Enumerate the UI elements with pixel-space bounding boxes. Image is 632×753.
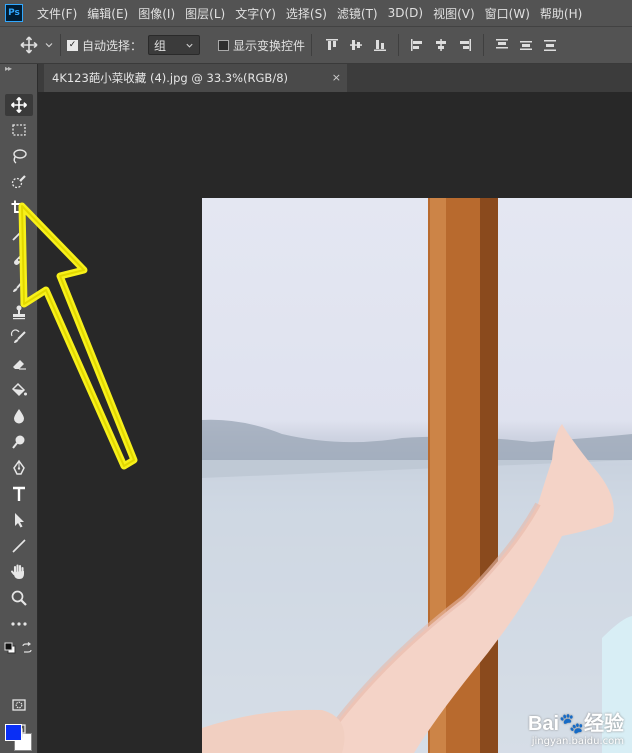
auto-select-dropdown[interactable]: 组: [148, 35, 201, 55]
auto-select-value: 组: [154, 38, 167, 53]
document-image[interactable]: Bai🐾经验 jingyan.baidu.com: [202, 198, 632, 753]
path-select-tool[interactable]: [5, 509, 33, 531]
quick-mask-tool[interactable]: [5, 694, 33, 716]
dodge-icon: [12, 435, 25, 449]
eyedropper-icon: [12, 227, 26, 241]
divider: [483, 34, 485, 56]
brush-icon: [13, 279, 25, 292]
tools-panel: ▸▸: [0, 64, 38, 753]
hand-tool[interactable]: [5, 561, 33, 583]
menu-filter[interactable]: 滤镜(T): [337, 5, 378, 22]
water-drop-icon: [14, 409, 24, 424]
menu-help[interactable]: 帮助(H): [540, 5, 582, 22]
healing-brush-tool[interactable]: [5, 249, 33, 271]
path-select-arrow-icon: [15, 513, 24, 528]
photoshop-logo-icon[interactable]: Ps: [5, 4, 23, 22]
show-transform-checkbox[interactable]: [218, 39, 230, 51]
menu-type[interactable]: 文字(Y): [235, 5, 276, 22]
distribute-top-icon[interactable]: [494, 37, 510, 53]
stamp-icon: [13, 305, 25, 320]
dodge-tool[interactable]: [5, 431, 33, 453]
align-horizontal-center-icon[interactable]: [433, 37, 449, 53]
collapse-panel-icon[interactable]: ▸▸: [5, 64, 12, 73]
align-buttons: [324, 34, 558, 56]
jingyan-logo-text: 经验: [584, 713, 624, 735]
document-tab-bar: 4K123葩小菜收藏 (4).jpg @ 33.3%(RGB/8) ×: [38, 64, 632, 92]
menu-image[interactable]: 图像(I): [138, 5, 175, 22]
line-icon: [12, 539, 26, 553]
baidu-jingyan-watermark: Bai🐾经验 jingyan.baidu.com: [528, 707, 624, 747]
chevron-down-icon: [186, 43, 193, 48]
baidu-logo: Bai🐾经验: [528, 707, 624, 736]
eyedropper-tool[interactable]: [5, 223, 33, 245]
type-icon: [13, 486, 25, 501]
quick-select-icon: [11, 175, 26, 189]
pen-tool[interactable]: [5, 457, 33, 479]
chevron-down-icon[interactable]: [44, 40, 54, 50]
eraser-tool[interactable]: [5, 353, 33, 375]
move-icon: [10, 96, 28, 114]
history-brush-icon: [10, 329, 26, 343]
distribute-center-icon[interactable]: [518, 37, 534, 53]
hand-icon: [11, 564, 24, 579]
zoom-icon: [11, 590, 27, 606]
crop-icon: [11, 200, 27, 216]
foreground-color-swatch[interactable]: [5, 724, 22, 741]
distribute-bottom-icon[interactable]: [542, 37, 558, 53]
photo-content-graphic: [202, 198, 632, 753]
pen-icon: [13, 459, 25, 475]
menu-file[interactable]: 文件(F): [37, 5, 77, 22]
divider: [60, 34, 61, 56]
zoom-tool[interactable]: [5, 587, 33, 609]
rectangle-marquee-icon: [12, 124, 26, 136]
menu-window[interactable]: 窗口(W): [485, 5, 530, 22]
swap-colors-icon[interactable]: [21, 642, 33, 654]
bandage-icon: [14, 255, 24, 265]
divider: [311, 34, 313, 56]
lasso-icon: [13, 149, 27, 164]
menu-select[interactable]: 选择(S): [286, 5, 327, 22]
more-dots-icon: [11, 622, 27, 626]
clone-stamp-tool[interactable]: [5, 301, 33, 323]
watermark-url: jingyan.baidu.com: [531, 736, 624, 747]
align-vertical-center-icon[interactable]: [348, 37, 364, 53]
history-brush-tool[interactable]: [5, 327, 33, 349]
menu-3d[interactable]: 3D(D): [388, 6, 423, 20]
line-tool[interactable]: [5, 535, 33, 557]
paint-bucket-icon: [11, 382, 27, 397]
quick-select-tool[interactable]: [5, 171, 33, 193]
auto-select-checkbox[interactable]: ✓: [67, 39, 78, 51]
align-bottom-icon[interactable]: [372, 37, 388, 53]
paw-icon: 🐾: [559, 713, 584, 735]
blur-tool[interactable]: [5, 405, 33, 427]
more-tools[interactable]: [5, 613, 33, 635]
document-tab-title: 4K123葩小菜收藏 (4).jpg @ 33.3%(RGB/8): [52, 71, 289, 85]
eraser-icon: [13, 360, 26, 370]
menu-edit[interactable]: 编辑(E): [87, 5, 128, 22]
move-tool-preset-icon[interactable]: [20, 36, 38, 54]
options-bar: ✓ 自动选择： 组 显示变换控件: [0, 26, 632, 64]
type-tool[interactable]: [5, 483, 33, 505]
align-top-icon[interactable]: [324, 37, 340, 53]
baidu-logo-text: Bai: [527, 713, 560, 735]
crop-tool[interactable]: [5, 197, 33, 219]
auto-select-label: 自动选择：: [82, 38, 143, 53]
menu-bar: Ps 文件(F) 编辑(E) 图像(I) 图层(L) 文字(Y) 选择(S) 滤…: [0, 0, 632, 26]
align-right-icon[interactable]: [457, 37, 473, 53]
menu-layer[interactable]: 图层(L): [185, 5, 225, 22]
align-left-icon[interactable]: [409, 37, 425, 53]
default-colors-icon[interactable]: [4, 642, 16, 654]
brush-tool[interactable]: [5, 275, 33, 297]
quick-mask-icon: [12, 699, 26, 711]
show-transform-label: 显示变换控件: [233, 38, 306, 53]
document-tab[interactable]: 4K123葩小菜收藏 (4).jpg @ 33.3%(RGB/8) ×: [44, 64, 347, 92]
paint-bucket-tool[interactable]: [5, 379, 33, 401]
marquee-tool[interactable]: [5, 119, 33, 141]
close-icon[interactable]: ×: [332, 71, 341, 84]
move-tool[interactable]: [5, 94, 33, 116]
divider: [398, 34, 400, 56]
menu-view[interactable]: 视图(V): [433, 5, 475, 22]
lasso-tool[interactable]: [5, 145, 33, 167]
